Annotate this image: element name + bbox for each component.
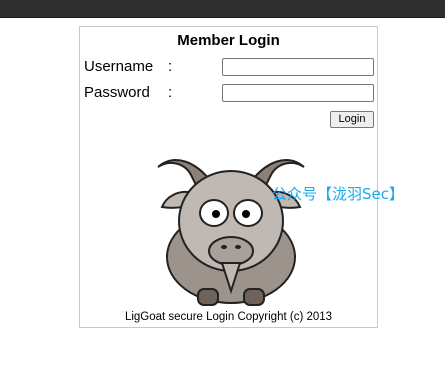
username-input[interactable] [222, 58, 374, 76]
login-box: Member Login Username : Password : Login… [79, 26, 378, 328]
password-colon: : [168, 84, 173, 101]
username-label: Username [84, 58, 154, 75]
login-title: Member Login [177, 32, 280, 49]
watermark-text: 公众号【泷羽Sec】 [272, 185, 404, 203]
password-label: Password [84, 84, 150, 101]
goat-mascot-image [157, 159, 305, 306]
browser-top-bar [0, 0, 445, 18]
login-button[interactable]: Login [330, 111, 374, 128]
copyright-footer: LigGoat secure Login Copyright (c) 2013 [124, 311, 333, 323]
password-input[interactable] [222, 84, 374, 102]
username-colon: : [168, 58, 173, 75]
